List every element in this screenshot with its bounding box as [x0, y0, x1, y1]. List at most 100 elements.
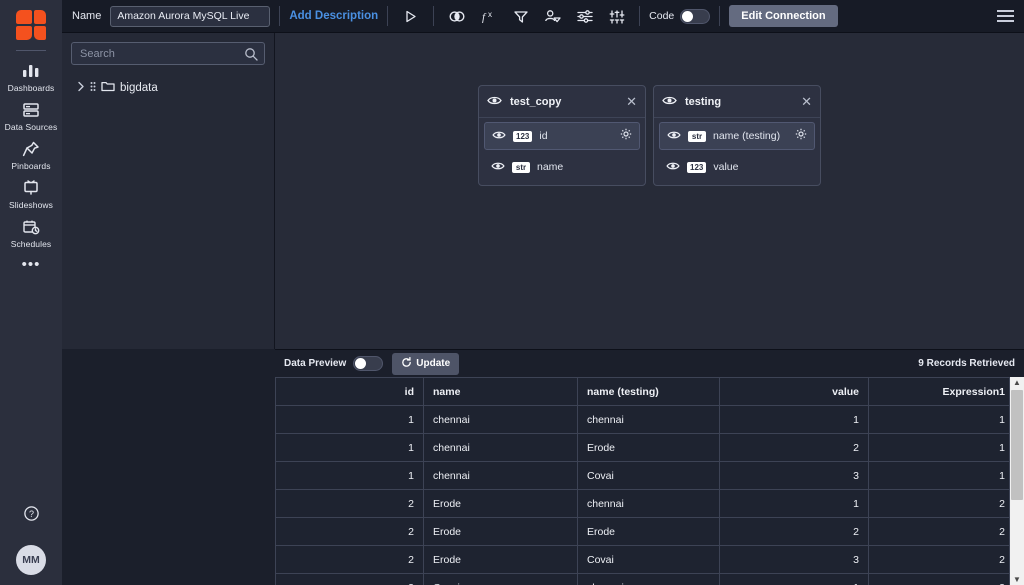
app-root: Dashboards Data Sources Pinboards [0, 0, 1024, 585]
cell-name[interactable]: chennai [424, 406, 578, 434]
sidebar-more-button[interactable]: ••• [22, 260, 41, 270]
cell-expression1[interactable]: 1 [869, 434, 1010, 462]
cell-name[interactable]: chennai [424, 462, 578, 490]
table-row[interactable]: 1chennaiCovai31 [276, 462, 1010, 490]
flow-canvas[interactable]: test_copy ✕ 123 id [275, 33, 1024, 349]
gear-icon[interactable] [795, 127, 807, 145]
cell-id[interactable]: 2 [276, 490, 424, 518]
code-toggle[interactable] [680, 9, 710, 24]
cell-value[interactable]: 2 [720, 518, 869, 546]
cell-id[interactable]: 3 [276, 574, 424, 585]
table-row[interactable]: 2ErodeErode22 [276, 518, 1010, 546]
node-header: testing ✕ [654, 86, 820, 118]
cell-expression1[interactable]: 2 [869, 546, 1010, 574]
join-icon[interactable] [443, 4, 470, 29]
column-header-id[interactable]: id [276, 378, 424, 406]
cell-name_testing[interactable]: chennai [578, 490, 720, 518]
search-input[interactable] [71, 42, 265, 65]
cell-name[interactable]: chennai [424, 434, 578, 462]
scroll-down-arrow[interactable]: ▼ [1013, 574, 1021, 585]
cell-id[interactable]: 1 [276, 406, 424, 434]
gear-icon[interactable] [620, 127, 632, 145]
cell-name[interactable]: Erode [424, 490, 578, 518]
cell-expression1[interactable]: 2 [869, 490, 1010, 518]
sidebar-item-dashboards[interactable]: Dashboards [0, 57, 62, 96]
cell-name_testing[interactable]: Covai [578, 546, 720, 574]
close-icon[interactable]: ✕ [626, 97, 637, 107]
cell-id[interactable]: 2 [276, 546, 424, 574]
cell-name[interactable]: Covai [424, 574, 578, 585]
cell-value[interactable]: 3 [720, 462, 869, 490]
cell-id[interactable]: 1 [276, 434, 424, 462]
node-field-row[interactable]: str name (testing) [659, 122, 815, 150]
cell-id[interactable]: 1 [276, 462, 424, 490]
cell-value[interactable]: 2 [720, 434, 869, 462]
eye-icon[interactable] [491, 158, 505, 176]
cell-name[interactable]: Erode [424, 518, 578, 546]
scroll-up-arrow[interactable]: ▲ [1013, 377, 1021, 388]
toolbar-divider [387, 6, 388, 26]
cell-value[interactable]: 3 [720, 546, 869, 574]
cell-value[interactable]: 1 [720, 406, 869, 434]
cell-expression1[interactable]: 1 [869, 406, 1010, 434]
flow-node-test-copy[interactable]: test_copy ✕ 123 id [478, 85, 646, 186]
cell-name_testing[interactable]: Erode [578, 434, 720, 462]
sidebar-item-data-sources[interactable]: Data Sources [0, 96, 62, 135]
name-input[interactable] [110, 6, 270, 27]
table-row[interactable]: 1chennaichennai11 [276, 406, 1010, 434]
table-row[interactable]: 3Covaichennai13 [276, 574, 1010, 585]
eye-icon[interactable] [667, 127, 681, 145]
table-row[interactable]: 2ErodeCovai32 [276, 546, 1010, 574]
settings-sliders-icon[interactable] [571, 4, 598, 29]
cell-expression1[interactable]: 1 [869, 462, 1010, 490]
drag-handle-icon[interactable] [90, 79, 96, 97]
filter-icon[interactable] [507, 4, 534, 29]
eye-icon[interactable] [662, 93, 677, 111]
column-header-value[interactable]: value [720, 378, 869, 406]
sidebar-item-pinboards[interactable]: Pinboards [0, 135, 62, 174]
flow-node-testing[interactable]: testing ✕ str name (testing) [653, 85, 821, 186]
formula-icon[interactable]: f x [475, 4, 502, 29]
sidebar-item-schedules[interactable]: Schedules [0, 213, 62, 252]
eye-icon[interactable] [666, 158, 680, 176]
node-field-row[interactable]: 123 value [659, 154, 815, 180]
chevron-right-icon[interactable] [77, 79, 85, 97]
node-field-row[interactable]: 123 id [484, 122, 640, 150]
scrollbar-thumb[interactable] [1011, 390, 1023, 500]
app-logo[interactable] [14, 8, 48, 42]
svg-text:f: f [482, 11, 487, 23]
pivot-icon[interactable] [603, 4, 630, 29]
table-row[interactable]: 2Erodechennai12 [276, 490, 1010, 518]
cell-name_testing[interactable]: chennai [578, 574, 720, 585]
update-button[interactable]: Update [392, 353, 459, 375]
cell-name_testing[interactable]: Covai [578, 462, 720, 490]
cell-name[interactable]: Erode [424, 546, 578, 574]
cell-id[interactable]: 2 [276, 518, 424, 546]
cell-name_testing[interactable]: Erode [578, 518, 720, 546]
add-description-link[interactable]: Add Description [289, 10, 378, 22]
cell-name_testing[interactable]: chennai [578, 406, 720, 434]
column-header-expression1[interactable]: Expression1 [869, 378, 1010, 406]
table-row[interactable]: 1chennaiErode21 [276, 434, 1010, 462]
close-icon[interactable]: ✕ [801, 97, 812, 107]
eye-icon[interactable] [492, 127, 506, 145]
data-preview-toggle[interactable] [353, 356, 383, 371]
avatar[interactable]: MM [16, 545, 46, 575]
help-circle-icon[interactable]: ? [23, 505, 40, 527]
tree-item-bigdata[interactable]: bigdata [71, 79, 265, 97]
edit-connection-button[interactable]: Edit Connection [729, 5, 837, 27]
column-header-name[interactable]: name [424, 378, 578, 406]
node-field-row[interactable]: str name [484, 154, 640, 180]
cell-value[interactable]: 1 [720, 490, 869, 518]
eye-icon[interactable] [487, 93, 502, 111]
run-icon[interactable] [397, 4, 424, 29]
vertical-scrollbar[interactable]: ▲ ▼ [1009, 377, 1024, 585]
cell-value[interactable]: 1 [720, 574, 869, 585]
hamburger-menu-icon[interactable] [997, 10, 1014, 22]
cell-expression1[interactable]: 3 [869, 574, 1010, 585]
cell-expression1[interactable]: 2 [869, 518, 1010, 546]
column-header-name-testing[interactable]: name (testing) [578, 378, 720, 406]
data-grid[interactable]: id name name (testing) value Expression1… [275, 377, 1009, 585]
sidebar-item-slideshows[interactable]: Slideshows [0, 174, 62, 213]
aggregate-icon[interactable] [539, 4, 566, 29]
